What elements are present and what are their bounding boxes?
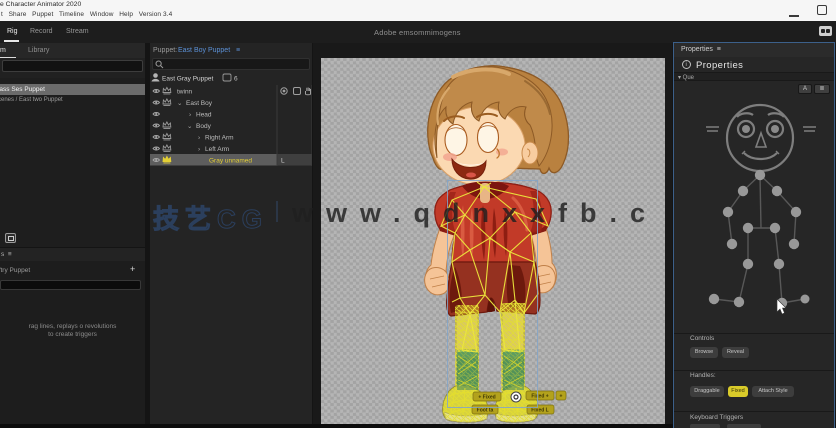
svg-text:Gray unnamed: Gray unnamed <box>209 158 252 165</box>
svg-text:Foot ta: Foot ta <box>477 408 494 414</box>
svg-text:⌄: ⌄ <box>177 100 182 107</box>
svg-text:East Boy: East Boy <box>186 100 213 107</box>
svg-text:East Gray Puppet: East Gray Puppet <box>162 76 213 83</box>
svg-text:Body: Body <box>196 123 212 130</box>
svg-text:Head: Head <box>196 112 212 119</box>
svg-text:⌄: ⌄ <box>187 123 192 130</box>
svg-text:Left Arm: Left Arm <box>205 146 229 153</box>
svg-text:Fixed L: Fixed L <box>531 408 549 414</box>
svg-text:L: L <box>281 158 285 165</box>
svg-text:+: + <box>560 394 563 400</box>
svg-text:twinn: twinn <box>177 89 193 96</box>
svg-text:6: 6 <box>234 76 238 83</box>
svg-text:›: › <box>198 146 200 153</box>
svg-text:›: › <box>198 135 200 142</box>
svg-text:›: › <box>189 112 191 119</box>
svg-text:Right Arm: Right Arm <box>205 135 234 142</box>
